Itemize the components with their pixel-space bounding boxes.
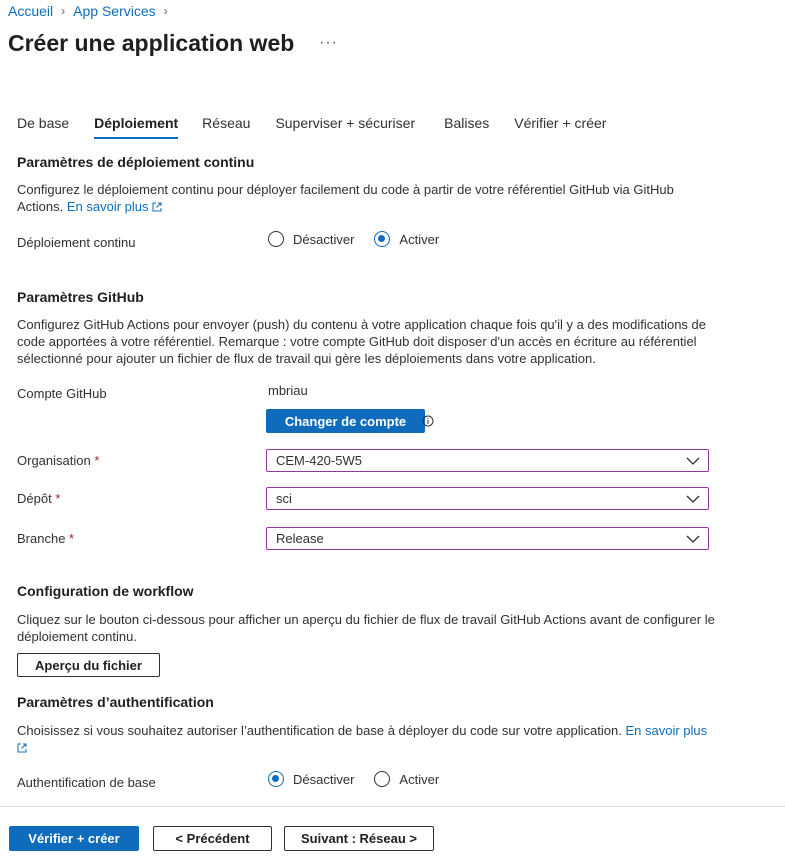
breadcrumb: Accueil › App Services › (8, 3, 176, 19)
cd-learn-more-link[interactable]: En savoir plus (67, 199, 162, 214)
cd-option-enable[interactable]: Activer (374, 231, 439, 247)
github-account-value: mbriau (268, 383, 308, 398)
github-heading: Paramètres GitHub (17, 289, 144, 305)
next-button[interactable]: Suivant : Réseau > (284, 826, 434, 851)
tab-tags[interactable]: Balises (444, 115, 489, 139)
cd-option-disable[interactable]: Désactiver (268, 231, 354, 247)
tab-basics[interactable]: De base (17, 115, 69, 139)
chevron-down-icon (686, 457, 700, 465)
external-link-icon (17, 743, 27, 753)
breadcrumb-home[interactable]: Accueil (8, 3, 53, 19)
radio-icon (268, 231, 284, 247)
cd-radio-group: Désactiver Activer (268, 231, 459, 247)
auth-option-enable[interactable]: Activer (374, 771, 439, 787)
chevron-down-icon (686, 495, 700, 503)
github-account-label: Compte GitHub (17, 386, 107, 401)
auth-option-disable[interactable]: Désactiver (268, 771, 354, 787)
organization-select[interactable]: CEM-420-5W5 (266, 449, 709, 472)
tab-deployment[interactable]: Déploiement (94, 115, 179, 139)
tab-network[interactable]: Réseau (202, 115, 250, 139)
page-title: Créer une application web (8, 30, 295, 56)
auth-radio-group: Désactiver Activer (268, 771, 459, 787)
preview-file-button[interactable]: Aperçu du fichier (17, 653, 160, 677)
tab-bar: De base Déploiement Réseau Superviser + … (17, 115, 606, 139)
info-icon[interactable] (422, 415, 434, 427)
radio-icon (374, 771, 391, 787)
tab-review-create[interactable]: Vérifier + créer (514, 115, 606, 139)
radio-checked-icon (268, 771, 284, 787)
workflow-heading: Configuration de workflow (17, 583, 194, 599)
footer-divider (0, 806, 785, 807)
cd-heading: Paramètres de déploiement continu (17, 154, 255, 170)
review-create-button[interactable]: Vérifier + créer (9, 826, 139, 851)
branch-select[interactable]: Release (266, 527, 709, 550)
chevron-right-icon: › (163, 4, 168, 18)
repo-label: Dépôt * (17, 491, 61, 506)
cd-description: Configurez le déploiement continu pour d… (17, 182, 674, 214)
required-mark: * (69, 531, 75, 546)
github-description: Configurez GitHub Actions pour envoyer (… (17, 317, 706, 366)
breadcrumb-app-services[interactable]: App Services (73, 3, 155, 19)
radio-checked-icon (374, 231, 391, 247)
repository-select[interactable]: sci (266, 487, 709, 510)
previous-button[interactable]: < Précédent (153, 826, 272, 851)
workflow-description: Cliquez sur le bouton ci-dessous pour af… (17, 612, 715, 644)
auth-heading: Paramètres d’authentification (17, 694, 214, 710)
external-link-icon (152, 202, 162, 212)
auth-label: Authentification de base (17, 775, 156, 790)
branch-label: Branche * (17, 531, 75, 546)
more-options-icon[interactable]: ··· (319, 34, 338, 52)
required-mark: * (94, 453, 100, 468)
chevron-right-icon: › (61, 4, 66, 18)
cd-label: Déploiement continu (17, 235, 136, 250)
auth-description: Choisissez si vous souhaitez autoriser l… (17, 722, 717, 756)
change-account-button[interactable]: Changer de compte (266, 409, 425, 433)
org-label: Organisation * (17, 453, 100, 468)
required-mark: * (55, 491, 61, 506)
tab-monitor-secure[interactable]: Superviser + sécuriser (275, 115, 415, 139)
chevron-down-icon (686, 535, 700, 543)
